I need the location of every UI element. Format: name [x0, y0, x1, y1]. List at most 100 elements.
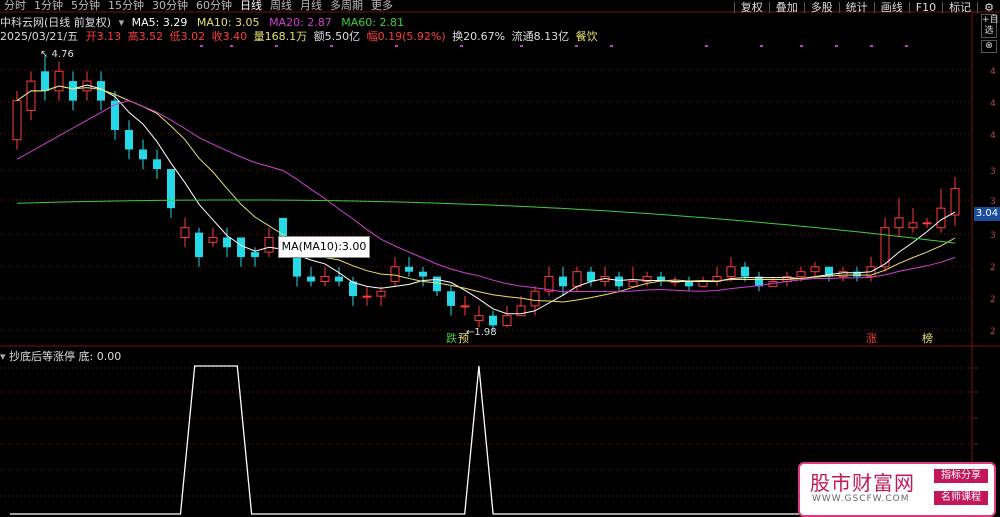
candle-body	[559, 276, 567, 287]
marker-dot	[760, 45, 763, 47]
volume-label: 量168.1万	[253, 30, 308, 43]
float-label: 流通8.13亿	[511, 30, 570, 43]
marker-dot	[800, 45, 803, 47]
candle-body	[615, 276, 623, 287]
ma-tooltip: MA(MA10):3.00	[278, 236, 370, 258]
indicator-name: 抄底后等涨停 底: 0.00	[9, 350, 122, 363]
tool-button-6[interactable]: 标记	[942, 2, 977, 13]
candle-body	[223, 237, 231, 248]
price-axis-label: 2	[990, 263, 996, 273]
high-price-annotation: ↖ 4.76	[40, 49, 74, 60]
tool-button-7[interactable]: ⚙	[977, 2, 1000, 13]
price-axis-label: 4	[990, 99, 996, 109]
candle-body	[419, 271, 427, 277]
marker-dot	[520, 45, 523, 47]
tool-button-2[interactable]: 多股	[803, 2, 839, 13]
period-tab-2[interactable]: 5分钟	[71, 0, 100, 11]
marker-dot	[905, 45, 908, 47]
marker-dot	[200, 45, 203, 47]
marker-dot	[230, 45, 233, 47]
price-axis-label: 3	[990, 231, 996, 241]
candle-body	[460, 305, 470, 308]
price-axis-label: 2	[990, 327, 996, 337]
candle-body	[167, 169, 175, 209]
period-tab-10[interactable]: 更多	[371, 0, 393, 11]
period-tab-9[interactable]: 多周期	[330, 0, 363, 11]
signal-mark: 涨	[866, 332, 877, 345]
candle-body	[502, 315, 512, 326]
price-axis-label: 4	[990, 67, 996, 77]
period-tab-1[interactable]: 1分钟	[34, 0, 63, 11]
marker-dot	[610, 45, 613, 47]
candle-body	[237, 237, 245, 258]
add-watchlist-tab[interactable]: +自选	[981, 14, 999, 38]
candle-body	[376, 290, 386, 297]
period-tab-8[interactable]: 月线	[300, 0, 322, 11]
chevron-down-icon[interactable]: ▾	[0, 350, 6, 363]
signal-mark: 跌	[446, 331, 457, 345]
candle-body	[125, 129, 133, 150]
tool-button-4[interactable]: 画线	[873, 2, 909, 13]
period-tab-5[interactable]: 60分钟	[196, 0, 232, 11]
watermark-url: WWW.GSCFW.COM	[812, 494, 910, 504]
period-tab-3[interactable]: 15分钟	[108, 0, 144, 11]
candle-body	[572, 271, 582, 287]
candle-body	[307, 276, 315, 282]
close-icon[interactable]: ⊗	[981, 40, 997, 53]
turnover-label: 换20.67%	[452, 30, 506, 43]
candle-body	[489, 315, 497, 326]
candle-body	[950, 188, 960, 216]
candle-body	[447, 291, 455, 306]
industry-label[interactable]: 餐饮	[576, 30, 598, 43]
watermark-title: 股市财富网	[810, 471, 915, 495]
candle-body	[293, 257, 301, 277]
price-axis-label: 3	[990, 167, 996, 177]
candle-info: 2025/03/21/五 开3.13 高3.52 低3.02 收3.40 量16…	[0, 28, 598, 43]
candle-body	[810, 266, 820, 273]
marker-dot	[575, 45, 578, 47]
chart-canvas[interactable]: 4 4 4 3 3 3 2 2 2 ↖ 4.76 ←1.98 跌预 涨 榜	[0, 0, 1000, 517]
tool-button-3[interactable]: 统计	[838, 2, 874, 13]
candle-body	[335, 276, 343, 282]
date-label: 2025/03/21/五	[0, 30, 79, 43]
change-label: 幅0.19(5.92%)	[366, 30, 446, 43]
period-tab-6[interactable]: 日线	[240, 0, 262, 11]
candle-body	[195, 232, 203, 258]
ma20-line	[16, 100, 956, 293]
candle-body	[628, 280, 638, 287]
candle-body	[908, 222, 918, 229]
watermark-tag-share: 指标分享	[934, 469, 988, 483]
candle-body	[530, 290, 540, 307]
candle-body	[685, 281, 693, 287]
high-label: 高3.52	[127, 30, 164, 43]
side-tabs: +自选 ⊗	[976, 14, 1000, 55]
amount-label: 额5.50亿	[313, 30, 361, 43]
marker-dot	[330, 45, 333, 47]
candle-body	[251, 252, 259, 258]
candle-body	[587, 271, 595, 282]
tool-button-1[interactable]: 叠加	[768, 2, 804, 13]
candle-body	[320, 276, 330, 282]
tool-button-5[interactable]: F10	[908, 2, 942, 13]
ma5-line	[16, 84, 956, 315]
close-label: 收3.40	[211, 30, 248, 43]
period-tab-7[interactable]: 周线	[270, 0, 292, 11]
period-tab-4[interactable]: 30分钟	[152, 0, 188, 11]
candle-body	[726, 266, 736, 278]
low-price-annotation: ←1.98	[466, 327, 497, 338]
candle-body	[433, 276, 441, 292]
indicator-title[interactable]: ▾ 抄底后等涨停 底: 0.00	[0, 348, 121, 364]
tool-button-0[interactable]: 复权	[733, 2, 769, 13]
candle-body	[208, 236, 218, 243]
candle-body	[41, 71, 49, 91]
open-label: 开3.13	[85, 30, 122, 43]
period-tab-0[interactable]: 分时	[4, 0, 26, 11]
candle-body	[796, 271, 806, 278]
right-toolbar: 复权 叠加 多股 统计 画线 F10 标记 ⚙	[733, 0, 1000, 13]
candle-body	[12, 100, 22, 141]
candle-body	[390, 266, 400, 282]
price-axis-label: 3	[990, 197, 996, 207]
candle-body	[264, 236, 274, 253]
price-axis-label: 2	[990, 295, 996, 305]
marker-dot	[275, 45, 278, 47]
